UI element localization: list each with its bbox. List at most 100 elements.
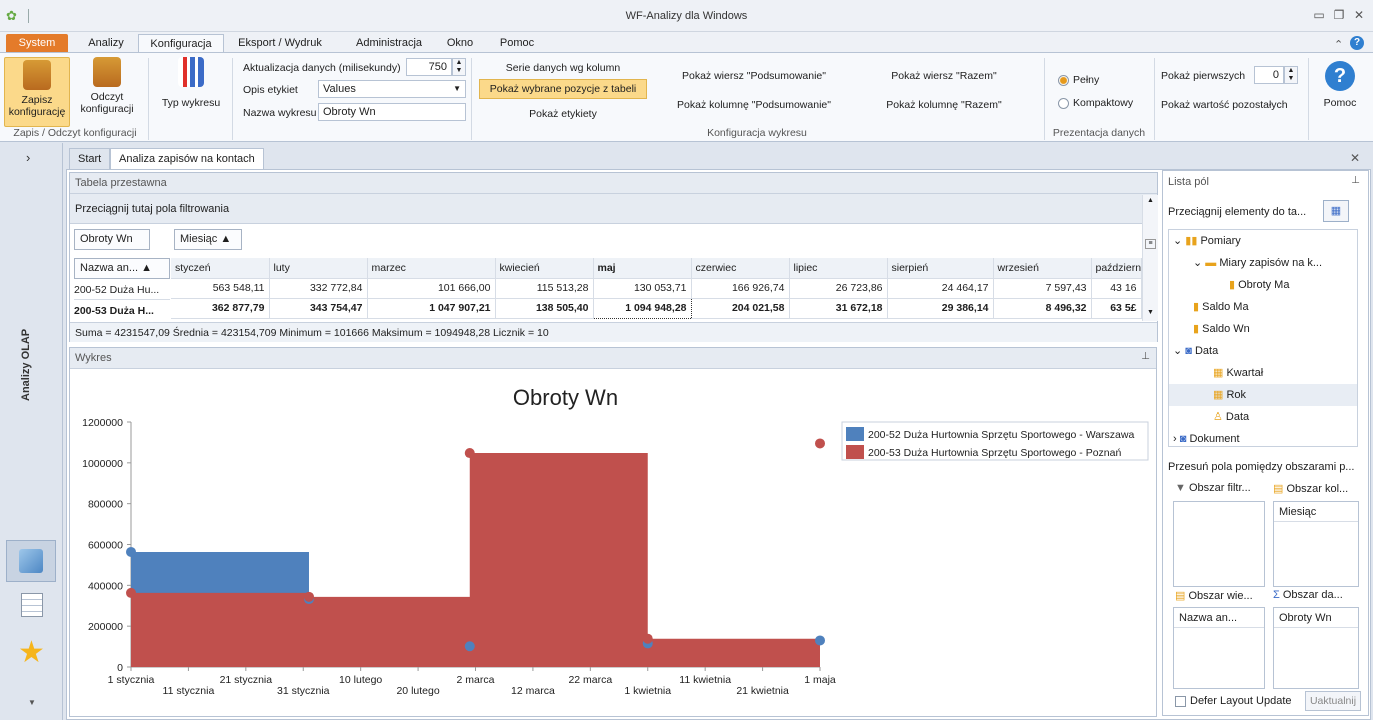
table-cell[interactable]: 130 053,71 bbox=[593, 278, 692, 299]
tree-node[interactable]: ⌄ ▬ Miary zapisów na k... bbox=[1169, 252, 1357, 274]
chart-type-button[interactable]: Typ wykresu bbox=[156, 57, 226, 109]
row-area[interactable]: Nazwa an... bbox=[1173, 607, 1265, 689]
close-window-icon[interactable]: ✕ bbox=[1350, 7, 1368, 23]
table-cell[interactable]: 204 021,58 bbox=[691, 298, 790, 319]
radio-full[interactable]: Pełny bbox=[1058, 74, 1099, 86]
filter-area[interactable] bbox=[1173, 501, 1265, 587]
defer-checkbox[interactable]: Defer Layout Update bbox=[1175, 695, 1292, 707]
data-field-button[interactable]: Obroty Wn bbox=[74, 229, 150, 250]
table-cell[interactable]: 115 513,28 bbox=[495, 278, 594, 299]
tree-node[interactable]: ▮ Saldo Ma bbox=[1169, 296, 1357, 318]
minimize-icon[interactable]: ▭ bbox=[1310, 7, 1328, 23]
table-cell[interactable]: 1 047 907,21 bbox=[367, 298, 496, 319]
tree-node[interactable]: ▮ Obroty Ma bbox=[1169, 274, 1357, 296]
help-button[interactable]: ? Pomoc bbox=[1314, 57, 1366, 109]
help-small-icon[interactable]: ? bbox=[1350, 36, 1364, 50]
scroll-down-icon[interactable]: ▼ bbox=[28, 698, 36, 707]
row-header[interactable]: 200-52 Duża Hu... bbox=[74, 280, 170, 300]
row-header[interactable]: 200-53 Duża H... bbox=[74, 301, 170, 321]
tab-system[interactable]: System bbox=[6, 34, 68, 53]
table-cell[interactable]: 31 672,18 bbox=[789, 298, 888, 319]
legend-swatch bbox=[846, 445, 864, 459]
pin-icon[interactable]: ⊥ bbox=[1351, 175, 1360, 186]
table-cell[interactable]: 332 772,84 bbox=[269, 278, 368, 299]
table-cell[interactable]: 362 877,79 bbox=[171, 298, 270, 319]
show-rest-button[interactable]: Pokaż wartość pozostałych bbox=[1161, 99, 1288, 111]
show-labels-button[interactable]: Pokaż etykiety bbox=[479, 108, 647, 120]
show-first-input[interactable]: 0 bbox=[1254, 66, 1284, 84]
month-header[interactable]: maj bbox=[593, 258, 692, 279]
tab-administracja[interactable]: Administracja bbox=[342, 34, 436, 53]
row-field-button[interactable]: Nazwa an... ▲ bbox=[74, 258, 170, 279]
table-cell[interactable]: 7 597,43 bbox=[993, 278, 1092, 299]
row-area-field[interactable]: Nazwa an... bbox=[1174, 608, 1264, 628]
month-header[interactable]: marzec bbox=[367, 258, 496, 279]
month-header[interactable]: wrzesień bbox=[993, 258, 1092, 279]
save-config-button[interactable]: Zapisz konfigurację bbox=[4, 57, 70, 127]
read-config-button[interactable]: Odczyt konfiguracji bbox=[76, 57, 138, 115]
expand-side-icon[interactable]: › bbox=[26, 150, 30, 165]
tree-node[interactable]: ▦ Kwartał bbox=[1169, 362, 1357, 384]
table-cell[interactable]: 8 496,32 bbox=[993, 298, 1092, 319]
month-header[interactable]: czerwiec bbox=[691, 258, 790, 279]
radio-compact[interactable]: Kompaktowy bbox=[1058, 97, 1133, 109]
month-header[interactable]: październik bbox=[1091, 258, 1142, 279]
refresh-input[interactable]: 750 bbox=[406, 58, 452, 76]
table-icon[interactable] bbox=[21, 593, 43, 617]
layout-icon[interactable]: ▦ bbox=[1323, 200, 1349, 222]
col-summary-button[interactable]: Pokaż kolumnę "Podsumowanie" bbox=[660, 99, 848, 111]
pin-icon[interactable]: ⊥ bbox=[1141, 351, 1150, 362]
data-area-field[interactable]: Obroty Wn bbox=[1274, 608, 1358, 628]
data-area[interactable]: Obroty Wn bbox=[1273, 607, 1359, 689]
table-cell[interactable]: 166 926,74 bbox=[691, 278, 790, 299]
show-selected-button[interactable]: Pokaż wybrane pozycje z tabeli bbox=[479, 79, 647, 99]
tree-node[interactable]: ▦ Rok bbox=[1169, 384, 1357, 406]
pivot-scrollbar[interactable]: ▲ ≡ ▼ bbox=[1142, 195, 1158, 321]
update-button[interactable]: Uaktualnij bbox=[1305, 691, 1361, 711]
col-total-button[interactable]: Pokaż kolumnę "Razem" bbox=[850, 99, 1038, 111]
column-area[interactable]: Miesiąc bbox=[1273, 501, 1359, 587]
tree-node[interactable]: ⌄ ▮▮ Pomiary bbox=[1169, 230, 1357, 252]
table-cell[interactable]: 24 464,17 bbox=[887, 278, 994, 299]
show-first-spinner[interactable]: ▲ ▼ bbox=[1284, 66, 1298, 84]
table-cell[interactable]: 29 386,14 bbox=[887, 298, 994, 319]
doc-tab-analiza[interactable]: Analiza zapisów na kontach bbox=[110, 148, 264, 169]
row-total-button[interactable]: Pokaż wiersz "Razem" bbox=[850, 70, 1038, 82]
table-cell[interactable]: 343 754,47 bbox=[269, 298, 368, 319]
table-cell[interactable]: 63 5£ bbox=[1091, 298, 1142, 319]
month-header[interactable]: kwiecień bbox=[495, 258, 594, 279]
tree-node[interactable]: ⌄ ◙ Data bbox=[1169, 340, 1357, 362]
tree-node[interactable]: ▮ Saldo Wn bbox=[1169, 318, 1357, 340]
table-cell[interactable]: 26 723,86 bbox=[789, 278, 888, 299]
tab-konfiguracja[interactable]: Konfiguracja bbox=[138, 34, 224, 53]
series-cols-button[interactable]: Serie danych wg kolumn bbox=[479, 62, 647, 74]
month-header[interactable]: luty bbox=[269, 258, 368, 279]
tree-node[interactable]: › ◙ Dokument bbox=[1169, 428, 1357, 446]
table-cell[interactable]: 563 548,11 bbox=[171, 278, 270, 299]
table-cell[interactable]: 101 666,00 bbox=[367, 278, 496, 299]
column-area-field[interactable]: Miesiąc bbox=[1274, 502, 1358, 522]
filter-drop-area[interactable]: Przeciągnij tutaj pola filtrowania bbox=[70, 194, 1157, 224]
labels-select[interactable]: Values ▼ bbox=[318, 80, 466, 98]
tab-analizy[interactable]: Analizy bbox=[78, 34, 134, 53]
restore-icon[interactable]: ❐ bbox=[1330, 7, 1348, 23]
close-doc-icon[interactable]: ✕ bbox=[1350, 151, 1360, 165]
column-field-button[interactable]: Miesiąc ▲ bbox=[174, 229, 242, 250]
month-header[interactable]: lipiec bbox=[789, 258, 888, 279]
tab-pomoc[interactable]: Pomoc bbox=[492, 34, 542, 53]
selected-cell[interactable]: 1 094 948,28 bbox=[592, 297, 692, 319]
refresh-spinner[interactable]: ▲ ▼ bbox=[452, 58, 466, 76]
tab-okno[interactable]: Okno bbox=[440, 34, 480, 53]
table-cell[interactable]: 43 16 bbox=[1091, 278, 1142, 299]
star-icon[interactable]: ★ bbox=[18, 638, 45, 668]
row-summary-button[interactable]: Pokaż wiersz "Podsumowanie" bbox=[660, 70, 848, 82]
table-cell[interactable]: 138 505,40 bbox=[495, 298, 594, 319]
tree-node[interactable]: ♙ Data bbox=[1169, 406, 1357, 428]
month-header[interactable]: styczeń bbox=[171, 258, 270, 279]
doc-tab-start[interactable]: Start bbox=[69, 148, 111, 169]
tab-eksport[interactable]: Eksport / Wydruk bbox=[228, 34, 332, 53]
collapse-ribbon-icon[interactable]: ⌃ bbox=[1334, 38, 1343, 51]
chart-name-input[interactable]: Obroty Wn bbox=[318, 103, 466, 121]
cube-nav-button[interactable] bbox=[6, 540, 56, 582]
month-header[interactable]: sierpień bbox=[887, 258, 994, 279]
